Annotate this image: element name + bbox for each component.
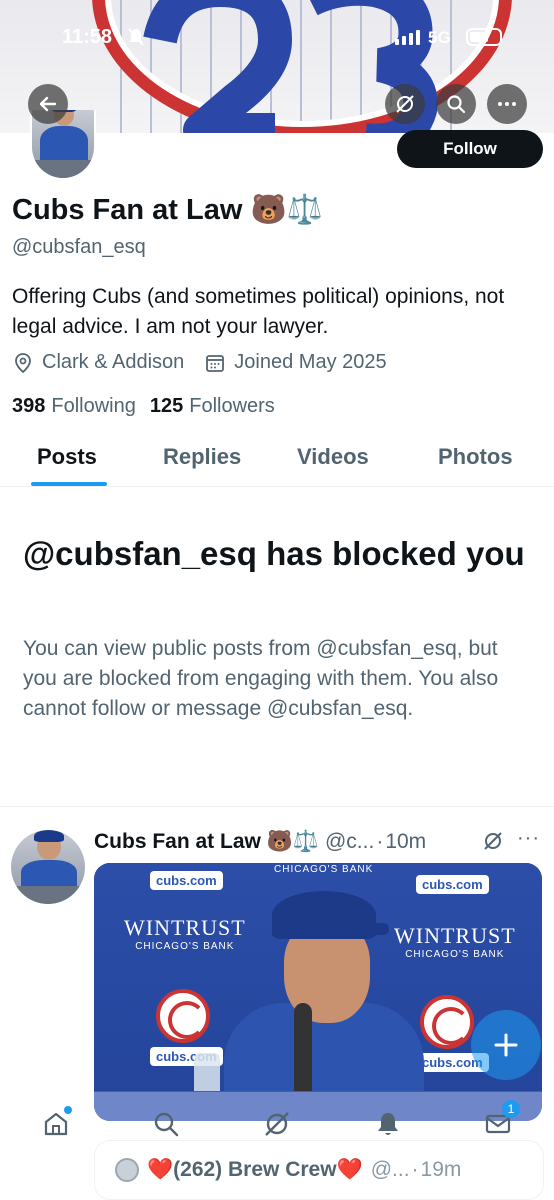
- status-time: 11:58: [62, 26, 113, 48]
- profile-bio: Offering Cubs (and sometimes political) …: [12, 285, 505, 338]
- media-cubs-com-sign: cubs.com: [416, 875, 489, 894]
- quoted-post-avatar: [115, 1158, 139, 1182]
- post-author-name[interactable]: Cubs Fan at Law 🐻⚖️: [94, 830, 319, 854]
- search-button[interactable]: [436, 84, 476, 124]
- following-count: 398: [12, 395, 46, 417]
- tab-replies[interactable]: Replies: [163, 444, 241, 470]
- blocked-notice-text: You can view public posts from @cubsfan_…: [23, 637, 499, 720]
- calendar-icon: [204, 352, 226, 374]
- post-author-handle[interactable]: @c...: [325, 830, 374, 854]
- home-icon: [44, 1112, 68, 1136]
- more-options-button[interactable]: [487, 84, 527, 124]
- followers-count: 125: [149, 395, 184, 417]
- grok-button[interactable]: [385, 84, 425, 124]
- search-icon: [154, 1112, 179, 1137]
- quoted-post-handle: @...: [370, 1158, 410, 1181]
- followers-label: Followers: [189, 395, 275, 417]
- profile-handle: @cubsfan_esq: [12, 236, 146, 258]
- active-tab-indicator: [31, 482, 107, 486]
- plus-icon: [494, 1033, 518, 1057]
- post-timestamp: 10m: [385, 830, 427, 853]
- quoted-post-timestamp: 19m: [420, 1158, 462, 1181]
- quoted-post-preview[interactable]: ❤️(262) Brew Crew❤️ @... · 19m: [94, 1140, 544, 1200]
- media-cubs-logo: [420, 995, 474, 1049]
- location-pin-icon: [12, 352, 34, 374]
- nav-grok[interactable]: [261, 1108, 293, 1140]
- back-button[interactable]: [28, 84, 68, 124]
- nav-search[interactable]: [150, 1108, 182, 1140]
- grok-icon: [396, 95, 414, 113]
- media-wintrust-sign: WINTRUST CHICAGO'S BANK: [124, 915, 246, 952]
- post-avatar[interactable]: [11, 830, 85, 904]
- post-more-icon[interactable]: ···: [517, 827, 540, 850]
- bell-icon: [378, 1113, 398, 1135]
- profile-meta: Clark & Addison Joined May 2025: [12, 351, 387, 374]
- following-link[interactable]: 398 Following: [12, 395, 136, 418]
- follow-button[interactable]: Follow: [397, 130, 543, 168]
- grok-icon: [265, 1112, 289, 1136]
- nav-notifications[interactable]: [372, 1108, 404, 1140]
- messages-badge: 1: [502, 1100, 520, 1118]
- search-icon: [447, 95, 466, 114]
- post-header: Cubs Fan at Law 🐻⚖️ @c... · 10m ···: [94, 827, 544, 857]
- battery-icon: [466, 28, 502, 46]
- post-media-image[interactable]: CHICAGO'S BANK cubs.com cubs.com WINTRUS…: [94, 863, 542, 1121]
- profile-display-name: Cubs Fan at Law 🐻⚖️: [12, 194, 323, 226]
- post-separator: ·: [376, 830, 384, 853]
- followers-link[interactable]: 125 Followers: [150, 395, 275, 418]
- tab-photos[interactable]: Photos: [438, 444, 513, 470]
- media-cubs-com-sign: cubs.com: [150, 871, 223, 890]
- tab-videos[interactable]: Videos: [297, 444, 369, 470]
- media-chicago-bank-top: CHICAGO'S BANK: [274, 864, 374, 875]
- profile-location: Clark & Addison: [42, 351, 185, 373]
- compose-post-button[interactable]: [471, 1010, 541, 1080]
- section-divider: [0, 806, 554, 807]
- quoted-post-author-name: ❤️(262) Brew Crew❤️: [147, 1158, 363, 1181]
- nav-home[interactable]: [40, 1106, 72, 1140]
- cellular-signal-icon: [395, 30, 420, 45]
- media-person-cap-brim: [339, 923, 389, 935]
- nav-messages[interactable]: 1: [482, 1100, 520, 1140]
- grok-post-icon[interactable]: [482, 830, 504, 858]
- profile-tabs: Posts Replies Videos Photos: [0, 430, 554, 487]
- blocked-notice-title: @cubsfan_esq has blocked you: [23, 535, 525, 572]
- status-bar: 11:58 5G: [0, 0, 554, 70]
- media-cubs-logo: [156, 989, 210, 1043]
- quoted-post-separator: ·: [411, 1158, 419, 1181]
- follow-counts: 398 Following 125 Followers: [12, 395, 275, 418]
- media-wintrust-sign: WINTRUST CHICAGO'S BANK: [394, 923, 516, 960]
- back-arrow-icon: [39, 96, 57, 112]
- network-type: 5G: [428, 28, 451, 47]
- tab-posts[interactable]: Posts: [37, 444, 97, 470]
- profile-joined-date: Joined May 2025: [234, 351, 387, 373]
- more-dots-icon: [498, 102, 516, 106]
- silent-mode-icon: [128, 28, 144, 51]
- following-label: Following: [51, 395, 136, 417]
- home-badge-dot: [64, 1106, 72, 1114]
